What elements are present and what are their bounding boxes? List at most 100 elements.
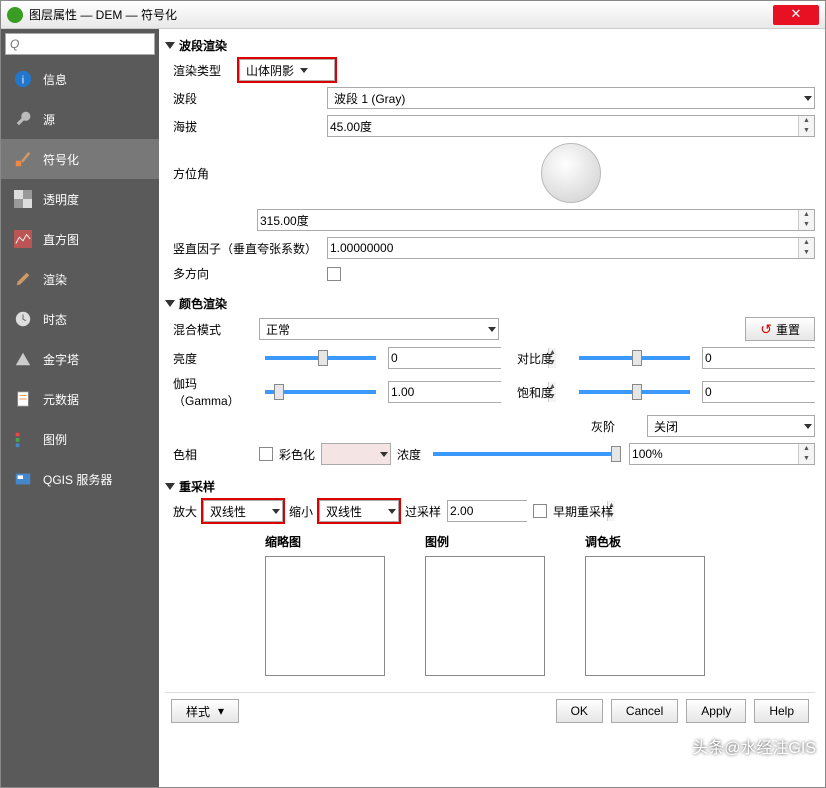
zoom-in-label: 放大 [173,503,197,520]
blend-combo[interactable]: 正常 [259,318,499,340]
sidebar-item-source[interactable]: 源 [1,99,159,139]
sidebar-item-label: 源 [43,111,55,128]
chevron-down-icon [388,509,396,514]
brush-icon [13,149,33,169]
sidebar: i 信息 源 符号化 透明度 直方图 渲染 时态 金字塔 元数据 图例 QGIS … [1,29,159,787]
search-input[interactable] [5,33,155,55]
contrast-slider[interactable] [579,356,690,360]
saturation-slider[interactable] [579,390,690,394]
sidebar-item-label: 渲染 [43,271,67,288]
early-resample-label: 早期重采样 [553,503,613,520]
zfactor-spin[interactable]: ▲▼ [327,237,815,259]
saturation-label: 饱和度 [517,384,567,401]
svg-text:i: i [22,75,24,87]
strength-slider[interactable] [433,452,617,456]
early-resample-checkbox[interactable] [533,504,547,518]
sidebar-item-label: 符号化 [43,151,79,168]
grayscale-combo[interactable]: 关闭 [647,415,815,437]
sidebar-item-legend[interactable]: 图例 [1,419,159,459]
sidebar-item-histogram[interactable]: 直方图 [1,219,159,259]
render-type-label: 渲染类型 [173,62,233,79]
band-combo[interactable]: 波段 1 (Gray) [327,87,815,109]
contrast-label: 对比度 [517,350,567,367]
sidebar-item-label: 信息 [43,71,67,88]
cancel-button[interactable]: Cancel [611,699,678,723]
main-panel: 波段渲染 渲染类型 山体阴影 波段 波段 1 (Gray) 海拔 ▲▼ 方位角 [159,29,825,787]
window-title: 图层属性 — DEM — 符号化 [29,6,773,23]
collapse-icon [165,483,175,490]
zoom-out-combo[interactable]: 双线性 [319,500,399,522]
render-type-combo[interactable]: 山体阴影 [239,59,335,81]
sidebar-item-temporal[interactable]: 时态 [1,299,159,339]
altitude-label: 海拔 [173,118,321,135]
grayscale-label: 灰阶 [591,418,641,435]
section-band-rendering[interactable]: 波段渲染 [165,35,815,56]
palette-label: 调色板 [585,533,705,550]
zoom-in-combo[interactable]: 双线性 [203,500,283,522]
colorize-color[interactable] [321,443,391,465]
sidebar-item-info[interactable]: i 信息 [1,59,159,99]
app-icon [7,7,23,23]
zoom-out-label: 缩小 [289,503,313,520]
help-button[interactable]: Help [754,699,809,723]
multidir-label: 多方向 [173,265,321,282]
gamma-slider[interactable] [265,390,376,394]
hue-label: 色相 [173,446,253,463]
brightness-label: 亮度 [173,350,253,367]
sidebar-item-label: 金字塔 [43,351,79,368]
sidebar-item-transparency[interactable]: 透明度 [1,179,159,219]
wrench-icon [13,109,33,129]
strength-label: 浓度 [397,446,421,463]
saturation-spin[interactable]: ▲▼ [702,381,815,403]
oversample-spin[interactable]: ▲▼ [447,500,527,522]
info-icon: i [13,69,33,89]
sidebar-item-label: QGIS 服务器 [43,471,112,488]
search-container [5,33,155,55]
legend-preview [425,556,545,676]
close-button[interactable]: ✕ [773,5,819,25]
sidebar-item-symbology[interactable]: 符号化 [1,139,159,179]
sidebar-item-label: 时态 [43,311,67,328]
legend-label: 图例 [425,533,545,550]
collapse-icon [165,300,175,307]
sidebar-item-pyramids[interactable]: 金字塔 [1,339,159,379]
paintbrush-icon [13,269,33,289]
chevron-down-icon [804,96,812,101]
colorize-checkbox[interactable] [259,447,273,461]
clock-icon [13,309,33,329]
sidebar-item-metadata[interactable]: 元数据 [1,379,159,419]
apply-button[interactable]: Apply [686,699,746,723]
chevron-down-icon [380,452,388,457]
contrast-spin[interactable]: ▲▼ [702,347,815,369]
azimuth-dial[interactable] [541,143,601,203]
sidebar-item-label: 图例 [43,431,67,448]
pyramid-icon [13,349,33,369]
strength-spin[interactable]: ▲▼ [629,443,815,465]
palette-preview [585,556,705,676]
titlebar: 图层属性 — DEM — 符号化 ✕ [1,1,825,29]
section-resampling[interactable]: 重采样 [165,476,815,497]
thumbnail-label: 缩略图 [265,533,385,550]
ok-button[interactable]: OK [556,699,603,723]
sidebar-item-rendering[interactable]: 渲染 [1,259,159,299]
brightness-spin[interactable]: ▲▼ [388,347,501,369]
oversample-label: 过采样 [405,503,441,520]
footer: 样式 ▾ OK Cancel Apply Help [165,692,815,729]
reset-icon: ↺ [760,321,772,338]
blend-label: 混合模式 [173,321,253,338]
chevron-down-icon [488,327,496,332]
multidir-checkbox[interactable] [327,267,341,281]
chevron-down-icon [804,424,812,429]
gamma-spin[interactable]: ▲▼ [388,381,501,403]
section-color-rendering[interactable]: 颜色渲染 [165,293,815,314]
transparency-icon [13,189,33,209]
zfactor-label: 竖直因子（垂直夸张系数） [173,240,321,257]
reset-button[interactable]: ↺重置 [745,317,815,341]
sidebar-item-label: 直方图 [43,231,79,248]
style-button[interactable]: 样式 ▾ [171,699,239,723]
brightness-slider[interactable] [265,356,376,360]
colorize-label: 彩色化 [279,446,315,463]
sidebar-item-server[interactable]: QGIS 服务器 [1,459,159,499]
altitude-spin[interactable]: ▲▼ [327,115,815,137]
azimuth-spin[interactable]: ▲▼ [257,209,815,231]
